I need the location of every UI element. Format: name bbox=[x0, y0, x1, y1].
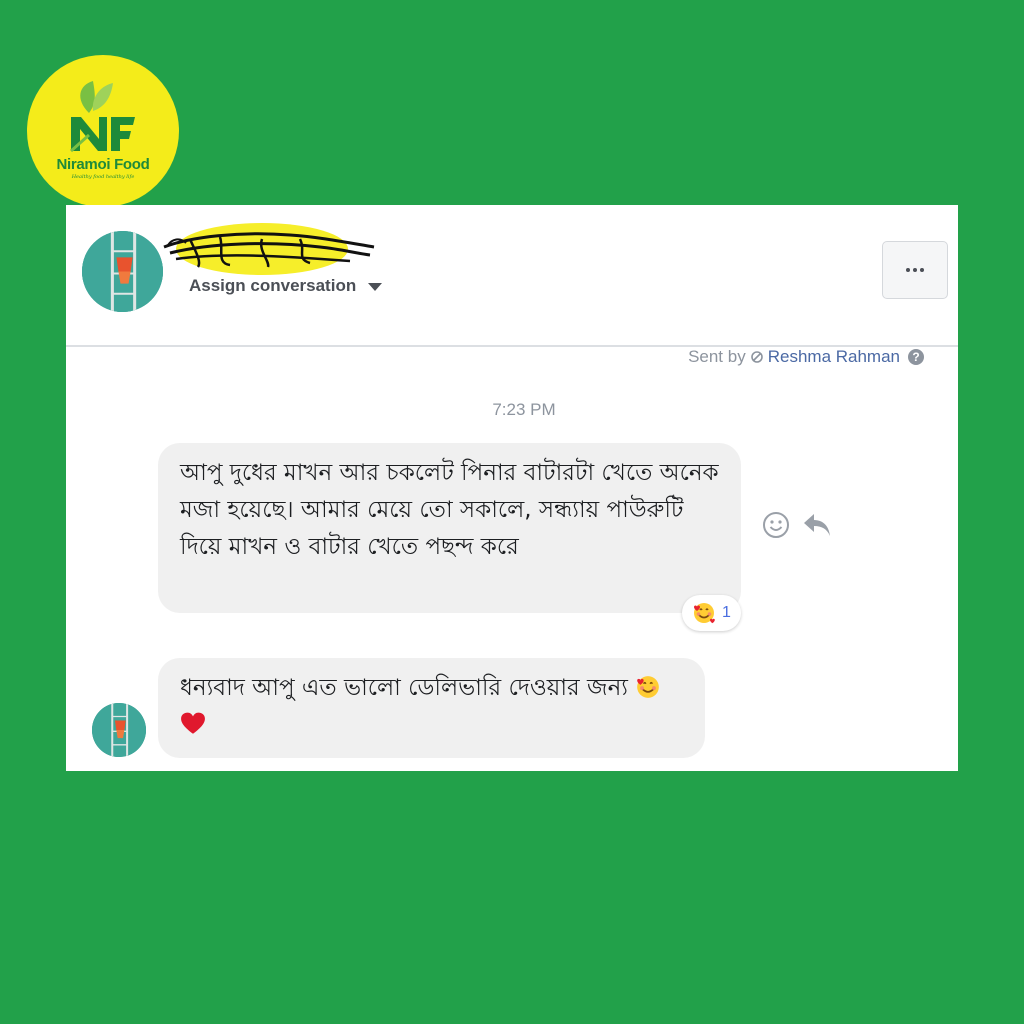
sent-by-row: Sent by Reshma Rahman ? bbox=[688, 347, 924, 367]
message-reaction[interactable]: 1 bbox=[682, 595, 741, 631]
incoming-message-text: আপু দুধের মাখন আর চকলেট পিনার বাটারটা খে… bbox=[180, 460, 719, 560]
more-options-button[interactable] bbox=[882, 241, 948, 299]
red-heart-icon bbox=[181, 712, 205, 734]
more-dots-icon bbox=[906, 268, 924, 272]
brand-tagline: Healthy food healthy life bbox=[71, 174, 135, 180]
smiling-face-with-hearts-icon bbox=[637, 676, 660, 698]
brand-logo: Niramoi Food Healthy food healthy life bbox=[27, 55, 179, 207]
reaction-count: 1 bbox=[722, 604, 731, 621]
agent-name-link[interactable]: Reshma Rahman bbox=[768, 347, 900, 367]
react-smiley-icon[interactable] bbox=[762, 511, 790, 539]
conversation-header: Assign conversation bbox=[66, 205, 958, 345]
redacted-contact-name bbox=[163, 223, 375, 275]
reply-arrow-icon[interactable] bbox=[802, 512, 832, 538]
message-timestamp: 7:23 PM bbox=[492, 400, 556, 419]
assign-conversation-label: Assign conversation bbox=[189, 276, 357, 295]
page-reply-text: ধন্যবাদ আপু এত ভালো ডেলিভারি দেওয়ার জন্… bbox=[180, 675, 628, 701]
message-actions bbox=[762, 511, 832, 539]
brand-monogram-icon bbox=[70, 81, 135, 153]
smiling-face-with-hearts-icon bbox=[694, 603, 715, 624]
incoming-message-bubble[interactable]: আপু দুধের মাখন আর চকলেট পিনার বাটারটা খে… bbox=[158, 443, 741, 613]
sent-by-label: Sent by bbox=[688, 347, 746, 366]
brand-name: Niramoi Food bbox=[56, 156, 150, 173]
assign-conversation-button[interactable]: Assign conversation bbox=[189, 276, 383, 296]
sender-circle-icon bbox=[750, 351, 763, 363]
page-photo-icon bbox=[92, 703, 146, 757]
page-reply-bubble[interactable]: ধন্যবাদ আপু এত ভালো ডেলিভারি দেওয়ার জন্… bbox=[158, 658, 705, 758]
page-avatar[interactable] bbox=[92, 703, 146, 757]
help-icon[interactable]: ? bbox=[908, 349, 924, 365]
conversation-panel: Assign conversation Sent by Reshma Rahma… bbox=[66, 205, 958, 771]
caret-down-icon bbox=[368, 283, 383, 291]
